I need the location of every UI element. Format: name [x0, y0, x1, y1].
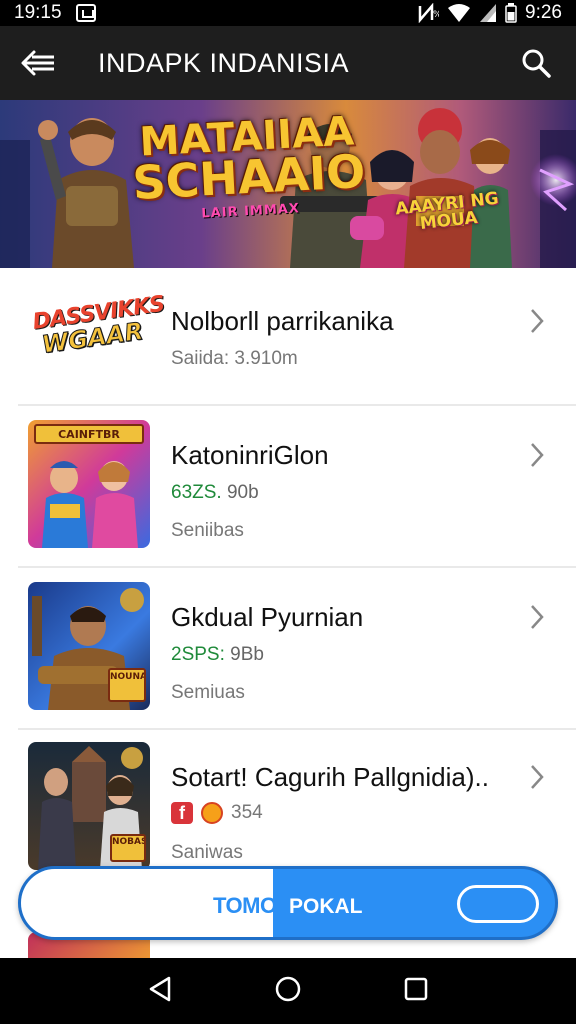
app-thumbnail: NOUNA	[28, 582, 150, 710]
notification-icon	[75, 4, 96, 22]
app-subtitle: Saniwas	[171, 842, 243, 863]
signal-icon	[480, 4, 497, 22]
emoji-icon	[201, 802, 223, 824]
facebook-icon: f	[171, 802, 193, 824]
app-name: Nolborll parrikanika	[171, 306, 394, 336]
app-stat: 354	[231, 802, 263, 823]
status-time-right: 9:26	[525, 2, 562, 23]
list-item[interactable]: DASSVIKKS WGAAR Nolborll parrikanika Sai…	[0, 268, 576, 404]
battery-icon	[505, 3, 517, 23]
app-thumbnail-badge: CAINFTBR	[34, 424, 144, 444]
status-bar: 19:15 % 9:26	[0, 0, 576, 26]
app-list: DASSVIKKS WGAAR Nolborll parrikanika Sai…	[0, 268, 576, 958]
app-stat-unit: 90b	[226, 482, 259, 503]
nav-back-button[interactable]	[147, 975, 173, 1008]
app-stat-value: 63ZS.	[171, 482, 222, 503]
app-bar: INDAPK INDANISIA	[0, 26, 576, 100]
app-meta: Saiida: 3.910m	[171, 348, 298, 369]
app-logo: DASSVIKKS WGAAR	[31, 292, 166, 360]
system-nav-bar	[0, 958, 576, 1024]
chevron-right-icon	[526, 602, 548, 632]
bottom-action-bar[interactable]: TOMO POKAL	[18, 866, 558, 940]
triangle-back-icon	[149, 976, 170, 1001]
nav-home-button[interactable]	[274, 975, 302, 1008]
featured-banner[interactable]: MATAIIAA SCHAAIO LAIR IMMAX AAAYRI NG MO…	[0, 100, 576, 268]
app-stat: 2SPS: 9Bb	[171, 644, 264, 666]
app-stat-unit: 9Bb	[230, 644, 264, 665]
list-item[interactable]: NOUNA Gkdual Pyurnian 2SPS: 9Bb Semiuas	[0, 568, 576, 728]
app-name: Sotart! Cagurih Pallgnidia)..	[171, 762, 489, 792]
chevron-right-icon	[526, 440, 548, 470]
search-icon	[522, 49, 551, 78]
arrow-left-icon	[21, 50, 54, 76]
app-stat-value: 2SPS:	[171, 644, 225, 665]
app-thumbnail-badge: NOBAS	[110, 834, 146, 862]
chevron-right-icon	[526, 762, 548, 792]
svg-text:%: %	[433, 10, 439, 20]
banner-game-logo: MATAIIAA SCHAAIO LAIR IMMAX	[130, 108, 368, 224]
app-name: KatoninriGlon	[171, 440, 329, 470]
wifi-icon	[448, 4, 471, 22]
app-name: Gkdual Pyurnian	[171, 602, 364, 632]
chevron-right-icon	[526, 306, 548, 336]
app-subtitle: Seniibas	[171, 520, 244, 541]
square-recents-icon	[405, 977, 428, 1000]
app-thumbnail: NOBAS	[28, 742, 150, 870]
app-badges: f 354	[171, 802, 263, 824]
toggle-switch[interactable]	[457, 885, 539, 923]
pill-label-left: TOMO	[213, 893, 273, 918]
nfc-icon: %	[418, 3, 439, 23]
app-stat: 63ZS. 90b	[171, 482, 259, 504]
banner-title-line2: SCHAAIO	[131, 143, 367, 211]
nav-recents-button[interactable]	[403, 976, 429, 1007]
back-button[interactable]	[8, 33, 68, 93]
pill-label-right: POKAL	[289, 895, 363, 918]
search-button[interactable]	[506, 33, 566, 93]
page-title: INDAPK INDANISIA	[98, 47, 350, 78]
list-item[interactable]: CAINFTBR KatoninriGlon 63ZS. 90b Seniiba…	[0, 406, 576, 566]
app-subtitle: Semiuas	[171, 682, 245, 703]
app-thumbnail: CAINFTBR	[28, 420, 150, 548]
app-thumbnail-badge: NOUNA	[108, 668, 146, 702]
status-time-left: 19:15	[14, 2, 62, 23]
circle-home-icon	[275, 976, 301, 1001]
